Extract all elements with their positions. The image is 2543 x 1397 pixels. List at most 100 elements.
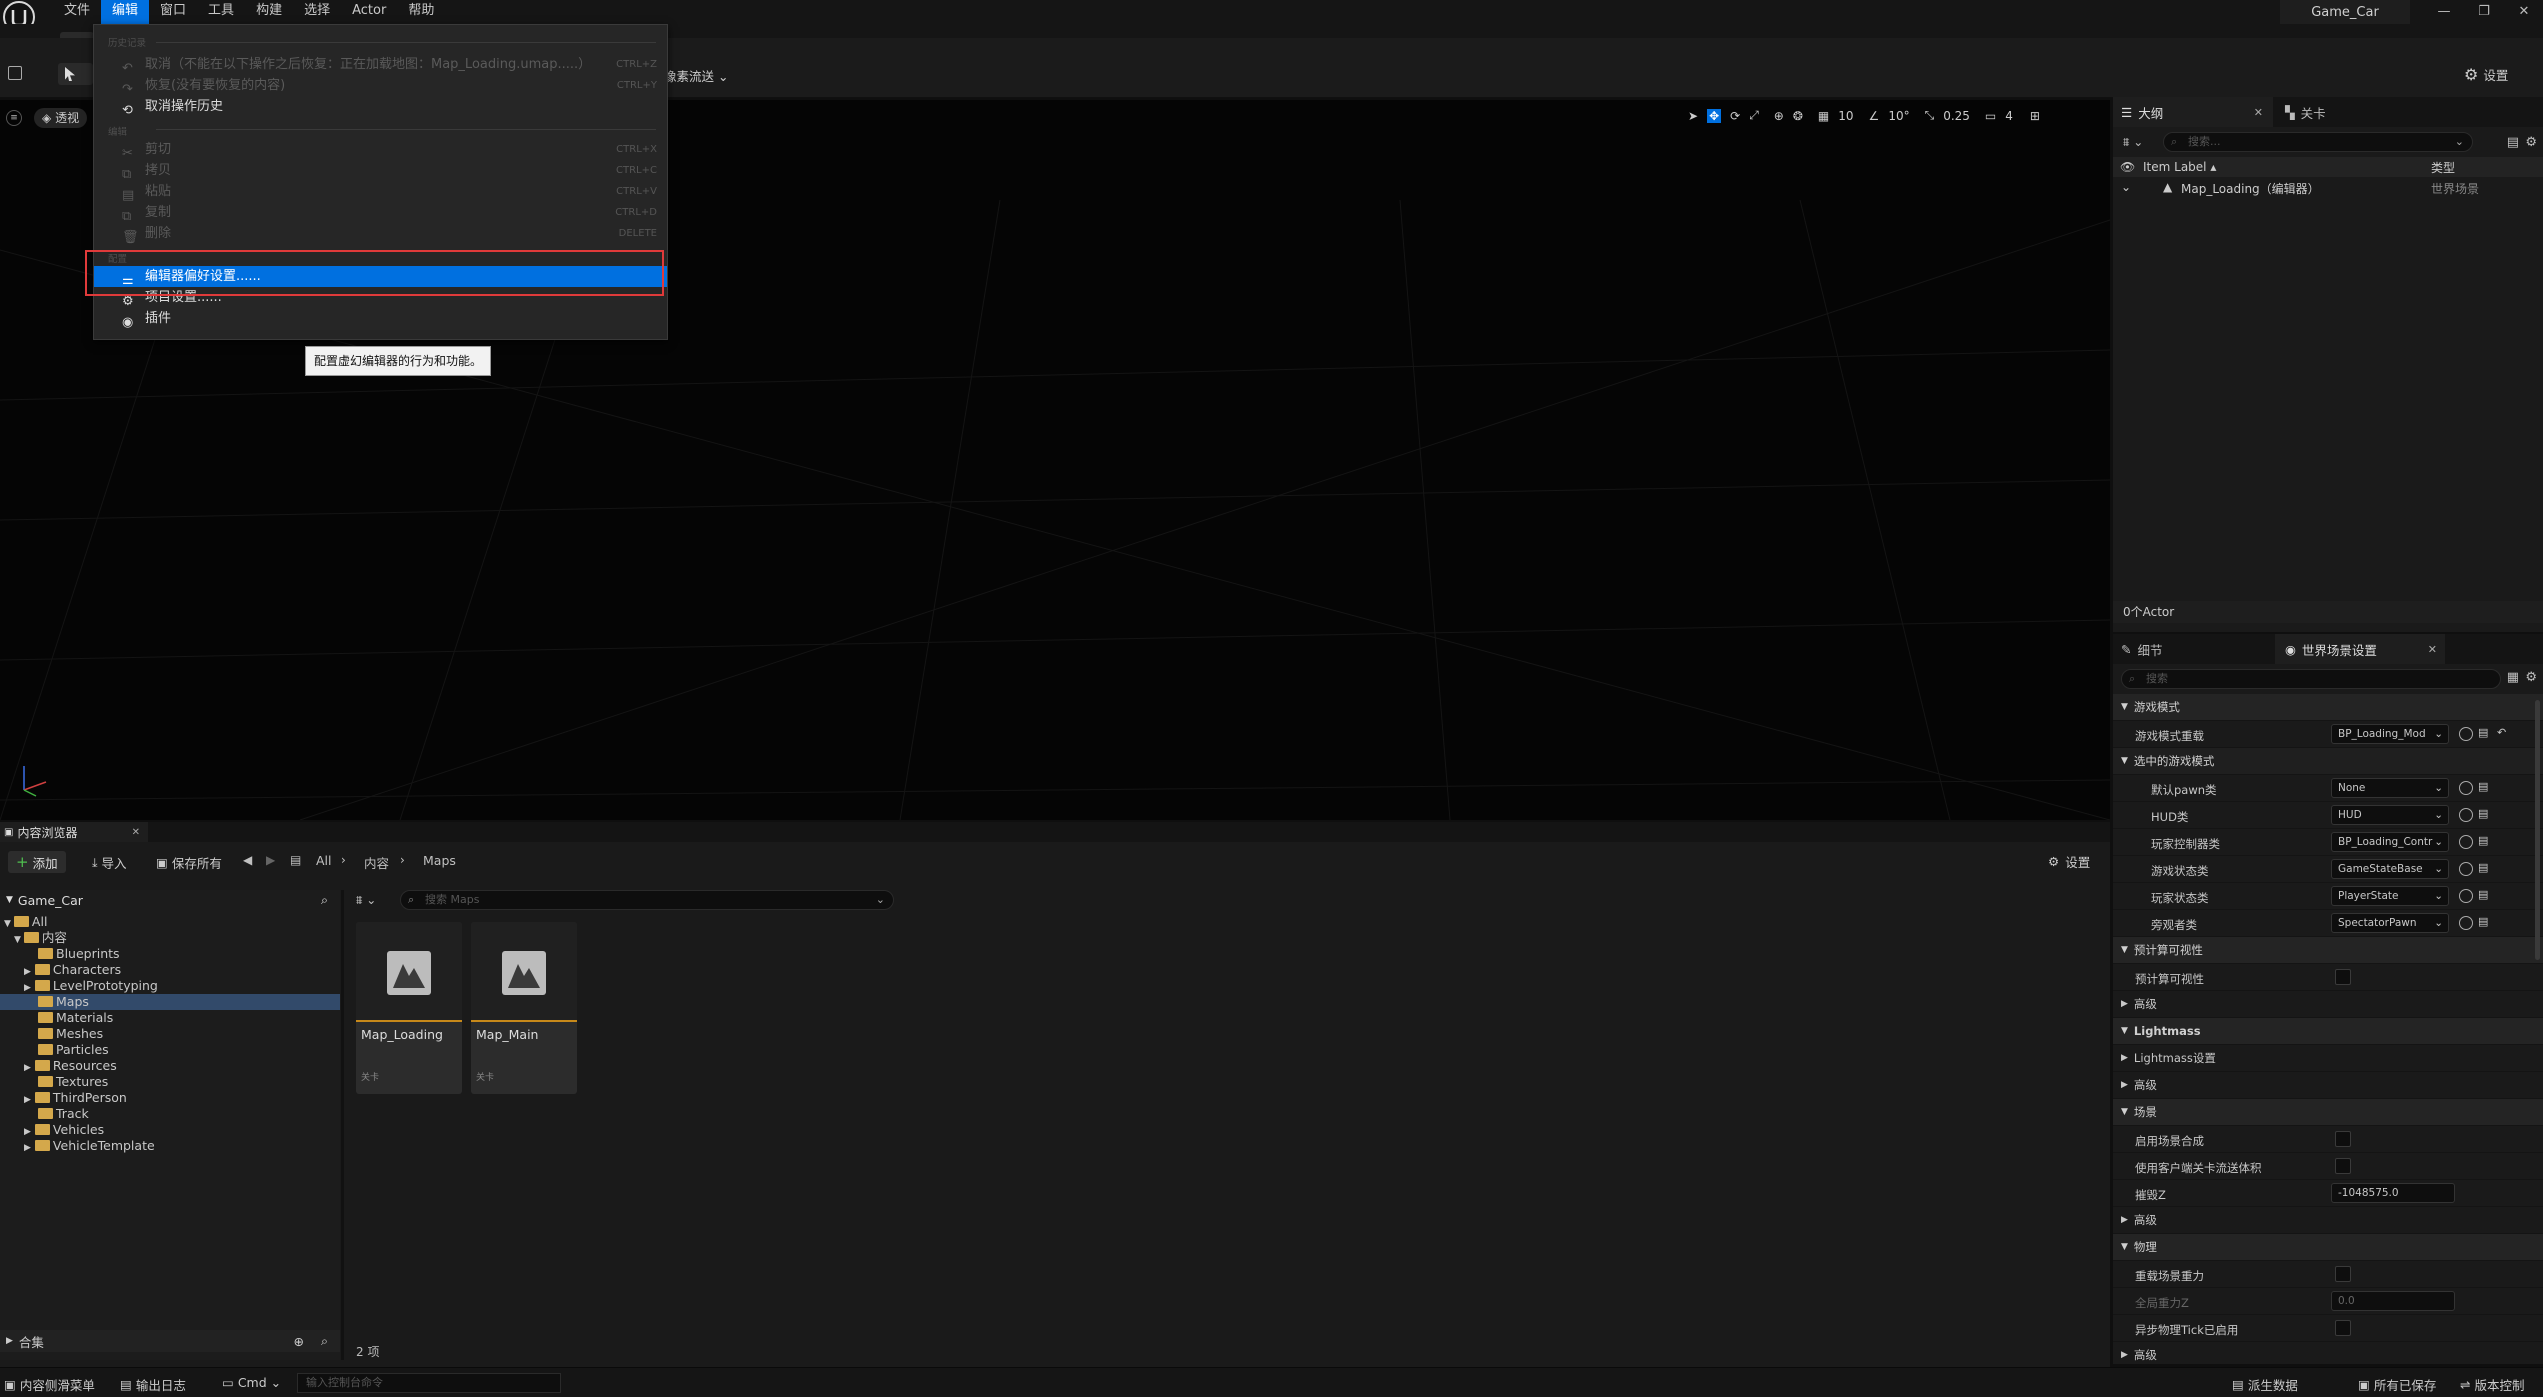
tree-item-track[interactable]: Track (0, 1106, 340, 1122)
menu-item-undo-history[interactable]: ⟲ 取消操作历史 (94, 96, 667, 118)
asset-search-input[interactable]: ⌕ 搜索 Maps ⌄ (400, 890, 894, 910)
browse-icon[interactable] (2459, 808, 2473, 822)
view-mode-button[interactable]: ◈ 透视 (34, 108, 88, 128)
prop-lightmass-settings[interactable]: ▶ Lightmass设置 (2113, 1045, 2543, 1072)
world-space-icon[interactable]: ⊕ (1774, 109, 1784, 123)
global-gravity-input[interactable]: 0.0 (2331, 1291, 2455, 1311)
browse-icon[interactable] (2459, 862, 2473, 876)
splitter[interactable] (341, 890, 344, 1360)
source-control-button[interactable]: ⇌ 版本控制 (2460, 1375, 2525, 1394)
content-drawer-button[interactable]: ▣ 内容侧滑菜单 (4, 1375, 95, 1394)
import-button[interactable]: ⤓ 导入 (92, 853, 127, 872)
settings-button[interactable]: ⚙ 设置 (2464, 65, 2508, 84)
minimize-icon[interactable]: — (2436, 4, 2452, 20)
add-collection-icon[interactable]: ⊕ (294, 1334, 304, 1349)
gear-icon[interactable]: ⚙ (2525, 135, 2537, 150)
prop-advanced-2[interactable]: ▶ 高级 (2113, 1072, 2543, 1099)
surface-snap-icon[interactable]: ❂ (1793, 109, 1803, 123)
tree-item-textures[interactable]: Textures (0, 1074, 340, 1090)
breadcrumb-content[interactable]: 内容 (364, 853, 389, 872)
tree-item-vehicletemplate[interactable]: ▶ VehicleTemplate (0, 1138, 340, 1154)
precomputed-visibility-checkbox[interactable] (2335, 969, 2351, 985)
asset-tile-map-main[interactable]: Map_Main 关卡 (471, 922, 577, 1094)
breadcrumb-maps[interactable]: Maps (423, 853, 456, 868)
content-browser-tab[interactable]: ▣ 内容浏览器 ✕ (0, 822, 148, 842)
breadcrumb-all[interactable]: All (316, 853, 332, 868)
override-gravity-checkbox[interactable] (2335, 1266, 2351, 1282)
details-tab[interactable]: ✎ 细节 (2113, 634, 2273, 664)
browse-icon[interactable] (2459, 781, 2473, 795)
derived-data-button[interactable]: ▤ 派生数据 (2232, 1375, 2298, 1394)
spectator-select[interactable]: SpectatorPawn ⌄ (2331, 913, 2449, 933)
menu-item-duplicate[interactable]: ⧉ 复制 CTRL+D (94, 202, 667, 224)
menu-item-cut[interactable]: ✂ 剪切 CTRL+X (94, 139, 667, 161)
rotation-snap-value[interactable]: 10° (1888, 109, 1909, 123)
details-scrollbar[interactable] (2535, 700, 2540, 960)
folder-icon[interactable]: ▤ (290, 853, 301, 867)
tree-item-characters[interactable]: ▶ Characters (0, 962, 340, 978)
tree-item-levelprototyping[interactable]: ▶ LevelPrototyping (0, 978, 340, 994)
category-physics[interactable]: ▼ 物理 (2113, 1234, 2543, 1261)
tree-item-materials[interactable]: Materials (0, 1010, 340, 1026)
output-log-button[interactable]: ▤ 输出日志 (120, 1375, 186, 1394)
cmd-button[interactable]: ▭ Cmd ⌄ (222, 1375, 281, 1390)
use-selected-icon[interactable]: ▤ (2478, 726, 2488, 739)
category-world[interactable]: ▼ 场景 (2113, 1099, 2543, 1126)
tree-item-resources[interactable]: ▶ Resources (0, 1058, 340, 1074)
menu-build[interactable]: 构建 (245, 0, 293, 24)
browse-icon[interactable] (2459, 916, 2473, 930)
use-selected-icon[interactable]: ▤ (2478, 861, 2488, 874)
use-selected-icon[interactable]: ▤ (2478, 780, 2488, 793)
asset-tile-map-loading[interactable]: Map_Loading 关卡 (356, 922, 462, 1094)
tree-item-meshes[interactable]: Meshes (0, 1026, 340, 1042)
type-header[interactable]: 类型 (2431, 159, 2455, 176)
menu-item-redo[interactable]: ↷ 恢复(没有要恢复的内容) CTRL+Y (94, 75, 667, 97)
mode-button[interactable] (58, 63, 93, 85)
browse-icon[interactable] (2459, 889, 2473, 903)
layout-icon[interactable]: ⊞ (2030, 109, 2040, 123)
rotation-snap-icon[interactable]: ∠ (1869, 109, 1880, 123)
expand-icon[interactable]: ⌄ (2121, 180, 2131, 194)
kill-z-input[interactable]: -1048575.0 (2331, 1183, 2455, 1203)
cb-settings-button[interactable]: ⚙ 设置 (2048, 852, 2090, 871)
chevron-down-icon[interactable]: ⌄ (2455, 133, 2464, 151)
visibility-icon[interactable]: 👁 (2120, 160, 2135, 174)
use-selected-icon[interactable]: ▤ (2478, 915, 2488, 928)
use-selected-icon[interactable]: ▤ (2478, 807, 2488, 820)
item-label-header[interactable]: Item Label ▴ (2143, 160, 2216, 174)
filter-icon[interactable]: ⩩ ⌄ (356, 893, 376, 908)
streaming-button[interactable]: 像素流送 ⌄ (664, 66, 728, 85)
camera-speed-value[interactable]: 4 (2005, 109, 2013, 123)
levels-tab[interactable]: ▚ 关卡 (2285, 103, 2326, 122)
browse-icon[interactable] (2459, 835, 2473, 849)
add-button[interactable]: + 添加 (8, 851, 66, 873)
menu-tools[interactable]: 工具 (197, 0, 245, 24)
tree-item-maps[interactable]: Maps (0, 994, 340, 1010)
category-game-mode[interactable]: ▼ 游戏模式 (2113, 694, 2543, 721)
grid-snap-icon[interactable]: ▦ (1818, 109, 1829, 123)
gamemode-override-select[interactable]: BP_Loading_Mod ⌄ (2331, 724, 2449, 744)
tree-item-particles[interactable]: Particles (0, 1042, 340, 1058)
filter-icon[interactable]: ⩩ ⌄ (2123, 135, 2143, 150)
game-state-select[interactable]: GameStateBase ⌄ (2331, 859, 2449, 879)
back-icon[interactable]: ◀ (243, 853, 252, 867)
menu-file[interactable]: 文件 (53, 0, 101, 24)
search-icon[interactable]: ⌕ (321, 892, 328, 908)
rotate-tool-icon[interactable]: ⟳ (1730, 109, 1740, 123)
menu-item-plugins[interactable]: ◉ 插件 (94, 308, 667, 330)
browse-icon[interactable] (2459, 727, 2473, 741)
forward-icon[interactable]: ▶ (266, 853, 275, 867)
menu-window[interactable]: 窗口 (149, 0, 197, 24)
use-selected-icon[interactable]: ▤ (2478, 888, 2488, 901)
outliner-tab[interactable]: ☰ 大纲 ✕ (2113, 97, 2273, 127)
category-selected-gamemode[interactable]: ▼ 选中的游戏模式 (2113, 748, 2543, 775)
menu-edit[interactable]: 编辑 (101, 0, 150, 24)
prop-advanced-3[interactable]: ▶ 高级 (2113, 1207, 2543, 1234)
player-controller-select[interactable]: BP_Loading_Contr ⌄ (2331, 832, 2449, 852)
add-folder-icon[interactable]: ▤ (2507, 135, 2519, 150)
close-tab-icon[interactable]: ✕ (2428, 643, 2437, 656)
async-tick-checkbox[interactable] (2335, 1320, 2351, 1336)
outliner-search-input[interactable]: ⌕ 搜索... ⌄ (2163, 132, 2473, 152)
use-selected-icon[interactable]: ▤ (2478, 834, 2488, 847)
unreal-logo-icon[interactable] (0, 0, 36, 33)
